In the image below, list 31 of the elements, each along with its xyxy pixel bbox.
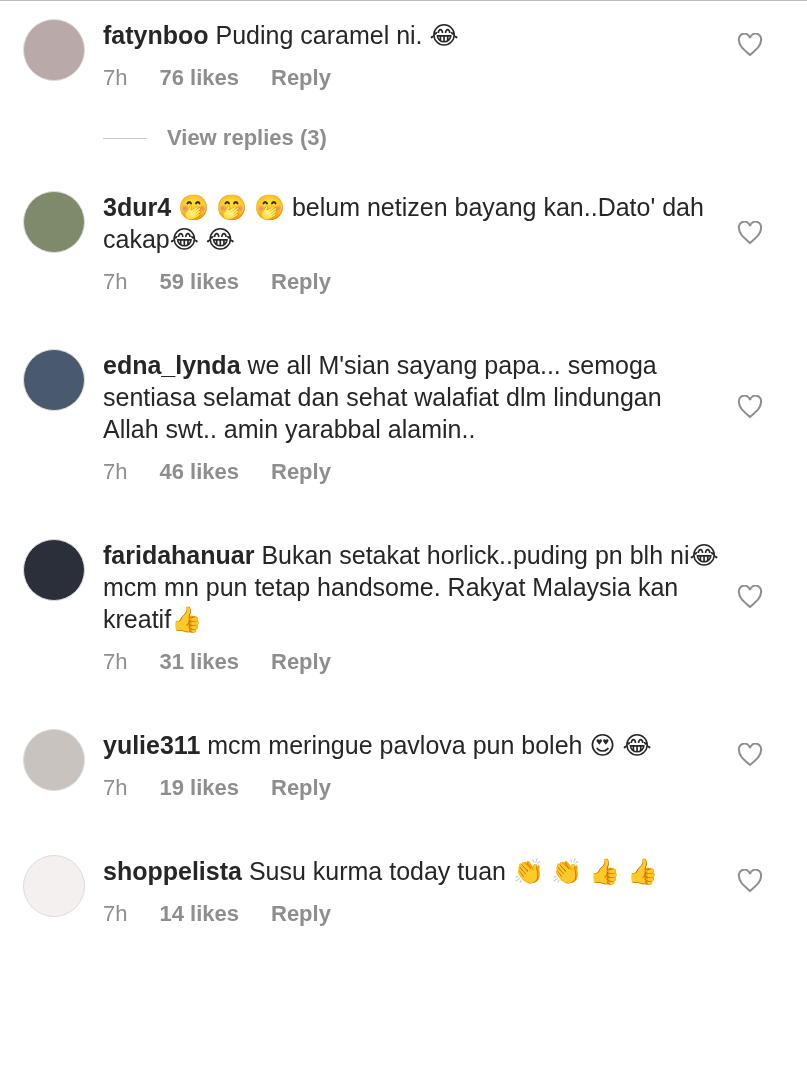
comment-text: shoppelista Susu kurma today tuan 👏 👏 👍 👍 [103, 856, 659, 887]
likes-count[interactable]: 59 likes [159, 269, 239, 295]
likes-count[interactable]: 14 likes [159, 901, 239, 927]
heart-icon[interactable] [737, 869, 763, 893]
reply-link[interactable]: Reply [271, 459, 331, 485]
comment-time: 7h [103, 649, 128, 675]
comment-time: 7h [103, 775, 128, 801]
comment-time: 7h [103, 901, 128, 927]
comment-text: edna_lynda we all M'sian sayang papa... semoga sentiasa selamat dan sehat walafiat dlm lindungan Allah swt.. amin yarabbal alamin.. [103, 350, 663, 445]
likes-count[interactable]: 19 likes [159, 775, 239, 801]
heart-icon[interactable] [737, 33, 763, 57]
heart-icon[interactable] [737, 221, 763, 245]
reply-link[interactable]: Reply [271, 269, 331, 295]
likes-count[interactable]: 76 likes [159, 65, 239, 91]
comment-text: 3dur4 🤭 🤭 🤭 belum netizen bayang kan..Dato' dah cakap😂 😂 [103, 192, 705, 255]
heart-icon[interactable] [737, 395, 763, 419]
comment-text: faridahanuar Bukan setakat horlick..puding pn blh ni😂 mcm mn pun tetap handsome. Rakyat Malaysia kan kreatif👍 [103, 540, 719, 635]
reply-link[interactable]: Reply [271, 649, 331, 675]
comment-time: 7h [103, 459, 128, 485]
comment-time: 7h [103, 65, 128, 91]
view-replies-button[interactable]: View replies (3) [167, 125, 327, 151]
reply-link[interactable]: Reply [271, 65, 331, 91]
reply-link[interactable]: Reply [271, 775, 331, 801]
heart-icon[interactable] [737, 743, 763, 767]
heart-icon[interactable] [737, 585, 763, 609]
reply-link[interactable]: Reply [271, 901, 331, 927]
comment-time: 7h [103, 269, 128, 295]
likes-count[interactable]: 46 likes [159, 459, 239, 485]
comment-text: yulie311 mcm meringue pavlova pun boleh 😍 😂 [103, 730, 653, 761]
likes-count[interactable]: 31 likes [159, 649, 239, 675]
comment-text: fatynboo Puding caramel ni. 😂 [103, 20, 460, 51]
